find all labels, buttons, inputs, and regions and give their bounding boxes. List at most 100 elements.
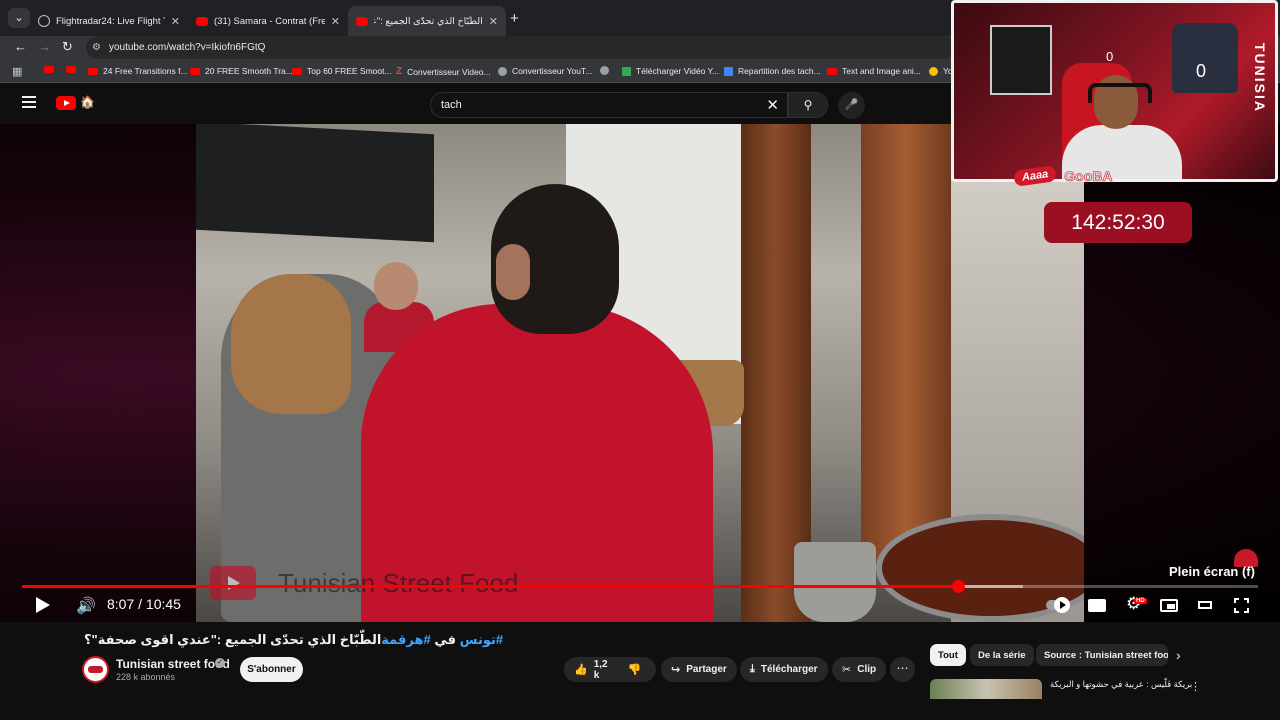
bookmark-label: 20 FREE Smooth Tra... — [205, 66, 293, 76]
bookmark-label: Convertisseur YouT... — [512, 66, 593, 76]
bookmark-globe[interactable] — [600, 66, 614, 75]
bookmark-youtube-1[interactable] — [44, 66, 59, 73]
bookmark-transitions[interactable]: 24 Free Transitions f... — [88, 66, 188, 76]
youtube-icon — [356, 16, 368, 26]
download-label: Télécharger — [760, 664, 818, 675]
bookmark-top60[interactable]: Top 60 FREE Smoot... — [292, 66, 392, 76]
hd-badge: HD — [1134, 598, 1147, 604]
chip-all[interactable]: Tout — [930, 644, 966, 666]
site-info-icon[interactable]: ⚙ — [92, 42, 101, 53]
youtube-icon — [88, 67, 98, 75]
scrubber-handle[interactable] — [951, 580, 965, 593]
new-tab-button[interactable]: + — [510, 10, 519, 27]
hashtag-link[interactable]: #هرقمة — [381, 632, 430, 647]
streamer-webcam: TUNISIA 0 0 — [951, 0, 1278, 182]
thumbs-down-icon: 👎 — [627, 664, 642, 676]
tab-search-icon[interactable]: ⌄ — [8, 8, 30, 28]
bookmark-youtube-2[interactable] — [66, 66, 81, 73]
share-label: Partager — [686, 664, 727, 675]
download-button[interactable]: ⤓ Télécharger — [740, 657, 828, 682]
globe-icon — [600, 66, 609, 75]
chip-source[interactable]: Source : Tunisian street food — [1036, 644, 1168, 666]
url-text: youtube.com/watch?v=Ikiofn6FGtQ — [108, 42, 266, 53]
bookmark-text-image[interactable]: Text and Image ani... — [827, 66, 921, 76]
webcam-jersey-number: 0 — [1196, 61, 1207, 81]
subtitles-icon[interactable] — [1088, 599, 1106, 612]
close-tab-icon[interactable]: ✕ — [331, 15, 340, 28]
video-player[interactable] — [0, 124, 1280, 622]
bookmark-convertisseur-video[interactable]: Z Convertisseur Video... — [396, 66, 491, 77]
clear-search-icon[interactable]: ✕ — [766, 96, 779, 114]
hashtag-link[interactable]: #تونس — [460, 632, 504, 647]
like-button[interactable]: 👍 1,2 k — [564, 657, 618, 682]
theater-mode-icon[interactable] — [1198, 601, 1212, 609]
close-tab-icon[interactable]: ✕ — [171, 15, 180, 28]
clip-label: Clip — [857, 664, 877, 675]
stream-timer: 142:52:30 — [1044, 202, 1192, 243]
star-icon — [929, 66, 938, 76]
settings-icon[interactable]: ⚙ — [1126, 594, 1141, 614]
streamer-badge: Aaaa — [1013, 165, 1058, 187]
subscribe-button[interactable]: S'abonner — [240, 657, 303, 682]
forward-icon[interactable]: → — [38, 39, 51, 54]
miniplayer-icon[interactable] — [1160, 599, 1178, 612]
played-bar — [22, 585, 958, 588]
tab-samara[interactable]: (31) Samara - Contrat (Freestyle) ✕ — [188, 6, 348, 36]
back-icon[interactable]: ← — [14, 39, 27, 54]
time-display: 8:07 / 10:45 — [107, 596, 181, 612]
video-title-part: في — [430, 632, 460, 647]
scissors-icon: ✂ — [842, 664, 852, 676]
chevron-right-icon[interactable]: › — [1176, 647, 1181, 663]
video-frame — [196, 124, 1084, 622]
bookmark-label: 24 Free Transitions f... — [103, 66, 188, 76]
search-input[interactable]: tach ✕ — [430, 92, 788, 118]
youtube-icon — [827, 67, 837, 75]
search-icon[interactable]: ⚲ — [788, 92, 828, 118]
microphone-icon[interactable]: 🎤 — [838, 92, 865, 119]
reload-icon[interactable]: ↻ — [62, 39, 73, 55]
youtube-logo-icon[interactable] — [56, 96, 76, 110]
recommendation-title[interactable]: بريكة ڤلّيس : عربية في حشوتها و البريكة — [1050, 679, 1192, 690]
fullscreen-icon[interactable] — [1233, 597, 1250, 614]
webcam-tunisia-text: TUNISIA — [1252, 43, 1268, 113]
bookmark-smooth-transitions[interactable]: 20 FREE Smooth Tra... — [190, 66, 293, 76]
progress-bar[interactable] — [22, 580, 1258, 593]
streamer-name-overlay: Aaaa GooBA — [1013, 165, 1113, 187]
share-button[interactable]: ↪ Partager — [661, 657, 737, 682]
bookmark-repartition[interactable]: Repartition des tach... — [724, 66, 821, 76]
tab-title: (31) Samara - Contrat (Freestyle) — [214, 15, 325, 27]
fullscreen-tooltip: Plein écran (f) — [1169, 564, 1255, 579]
menu-icon[interactable] — [22, 96, 36, 111]
bookmark-convertisseur-youtube[interactable]: Convertisseur YouT... — [498, 66, 592, 76]
clip-button[interactable]: ✂ Clip — [832, 657, 887, 682]
recommendation-thumbnail[interactable] — [930, 679, 1042, 699]
tab-flightradar[interactable]: Flightradar24: Live Flight Tracker ✕ — [30, 6, 188, 36]
kebab-menu-icon[interactable]: ⋮ — [1190, 680, 1201, 693]
bookmark-yo[interactable]: Yo — [929, 66, 953, 76]
tab-title: Flightradar24: Live Flight Tracker — [56, 15, 165, 27]
verified-icon: ✓ — [215, 658, 225, 668]
youtube-icon — [66, 66, 76, 73]
bookmark-telecharger[interactable]: Télécharger Vidéo Y... — [622, 66, 719, 76]
more-actions-icon[interactable]: ⋯ — [890, 657, 915, 682]
share-icon: ↪ — [671, 664, 681, 676]
tab-current-video[interactable]: الطّبّاخ الذي تحدّى الجميع :"عند (31) ✕ — [348, 6, 506, 36]
address-bar[interactable]: ⚙ youtube.com/watch?v=Ikiofn6FGtQ — [86, 36, 956, 59]
video-title: #تونس في #هرقمةالطّبّاخ الذي تحدّى الجمي… — [84, 632, 503, 648]
apps-grid-icon[interactable]: ▦ — [12, 65, 22, 78]
channel-watermark: Tunisian Street Food — [210, 566, 518, 600]
doodle-icon[interactable]: 🏠 — [80, 95, 95, 109]
webcam-jersey-number-left: 0 — [1106, 49, 1114, 64]
dislike-button[interactable]: 👎 — [618, 657, 658, 682]
channel-name[interactable]: Tunisian street food — [116, 657, 230, 671]
globe-icon — [38, 15, 50, 27]
volume-icon[interactable]: 🔊 — [76, 596, 96, 615]
chip-series[interactable]: De la série — [970, 644, 1034, 666]
play-icon[interactable] — [36, 597, 50, 613]
play-logo-icon — [210, 566, 256, 600]
channel-avatar[interactable] — [82, 656, 109, 683]
autoplay-toggle[interactable] — [1046, 597, 1070, 613]
close-tab-icon[interactable]: ✕ — [489, 15, 498, 28]
download-icon — [622, 66, 631, 76]
like-count: 1,2 k — [593, 658, 608, 681]
